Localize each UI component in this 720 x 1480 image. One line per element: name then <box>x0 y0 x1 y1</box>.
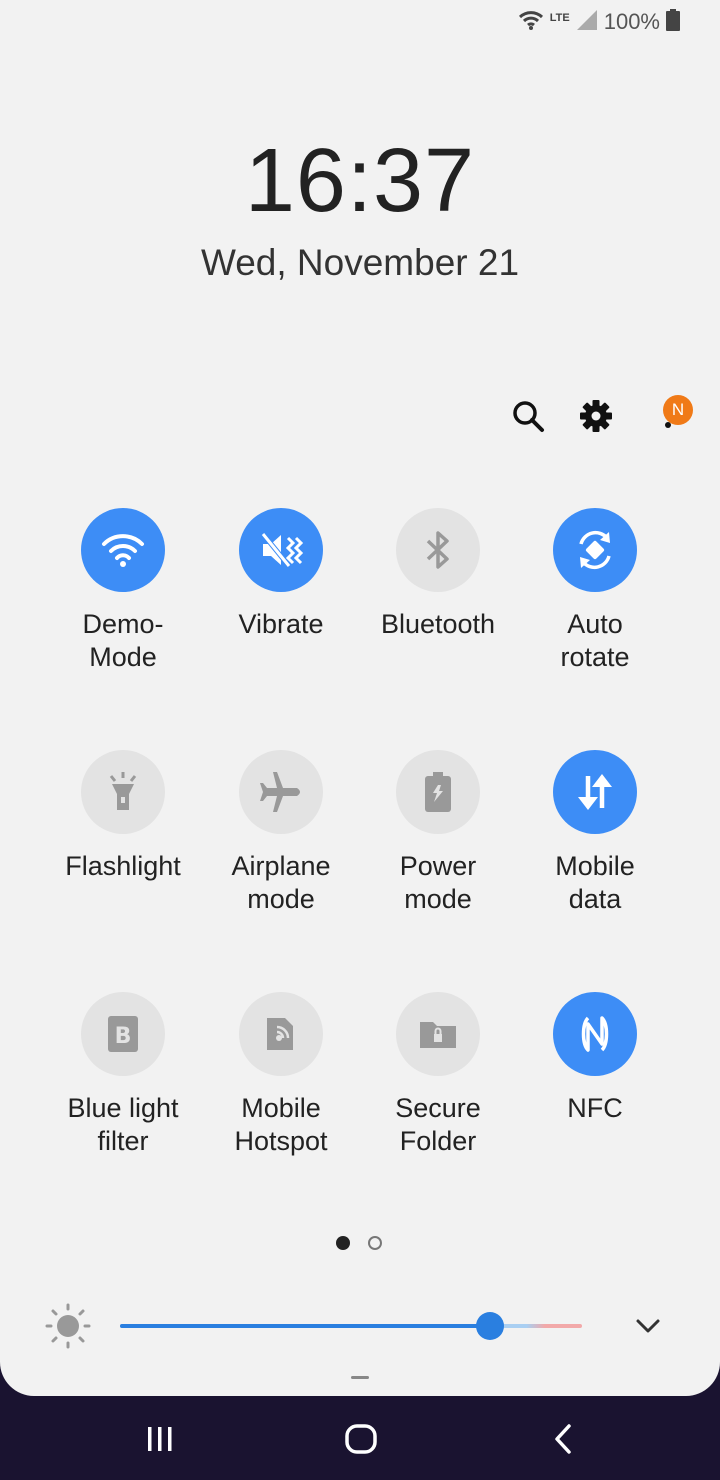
clock-time: 16:37 <box>244 131 476 231</box>
tile-secure-folder[interactable]: Secure Folder <box>358 992 518 1158</box>
brightness-sun-icon <box>44 1302 92 1355</box>
tile-mobile-data[interactable]: Mobile data <box>515 750 675 916</box>
mobile-data-icon <box>553 750 637 834</box>
expand-chevron-icon[interactable] <box>632 1312 664 1345</box>
tile-bluetooth[interactable]: Bluetooth <box>358 508 518 641</box>
airplane-icon <box>239 750 323 834</box>
power-mode-icon <box>396 750 480 834</box>
tile-label: Bluetooth <box>380 609 496 639</box>
tile-label: Power mode <box>399 851 477 914</box>
flashlight-icon <box>81 750 165 834</box>
back-icon[interactable] <box>533 1416 593 1462</box>
navigation-bar <box>0 1396 720 1480</box>
tile-label: Flashlight <box>65 851 181 881</box>
brightness-slider-thumb[interactable] <box>476 1312 504 1340</box>
page-dot-active[interactable] <box>336 1236 350 1250</box>
settings-gear-icon[interactable] <box>576 396 616 436</box>
tile-blue-light-filter[interactable]: B Blue light filter <box>43 992 203 1158</box>
notification-badge: N <box>663 395 693 425</box>
clock-date: Wed, November 21 <box>200 242 520 283</box>
tile-nfc[interactable]: NFC <box>515 992 675 1125</box>
tile-label: NFC <box>567 1093 623 1123</box>
battery-percent: 100% <box>603 9 660 34</box>
status-bar: LTE 100% <box>518 8 680 36</box>
home-icon[interactable] <box>331 1416 391 1462</box>
wifi-icon <box>81 508 165 592</box>
svg-text:B: B <box>115 1024 132 1049</box>
hotspot-icon <box>239 992 323 1076</box>
blue-light-filter-icon: B <box>81 992 165 1076</box>
quick-settings-panel: LTE 100% 16:37 Wed, November 21 N Demo- … <box>0 0 720 1396</box>
page-indicator <box>336 1236 382 1250</box>
tile-label: Auto rotate <box>560 609 630 672</box>
auto-rotate-icon <box>553 508 637 592</box>
tile-flashlight[interactable]: Flashlight <box>43 750 203 883</box>
recents-icon[interactable] <box>130 1416 190 1462</box>
tile-label: Vibrate <box>238 609 324 639</box>
bluetooth-icon <box>396 508 480 592</box>
tile-mobile-hotspot[interactable]: Mobile Hotspot <box>201 992 361 1158</box>
tile-label: Mobile Hotspot <box>234 1093 328 1156</box>
wifi-status-icon <box>518 9 544 36</box>
page-dot-inactive[interactable] <box>368 1236 382 1250</box>
tile-label: Mobile data <box>555 851 635 914</box>
search-icon[interactable] <box>508 396 548 436</box>
signal-icon <box>576 9 598 36</box>
tile-label: Airplane mode <box>231 851 331 914</box>
brightness-control <box>0 1300 720 1352</box>
tile-power-mode[interactable]: Power mode <box>358 750 518 916</box>
tile-airplane-mode[interactable]: Airplane mode <box>201 750 361 916</box>
network-type-label: LTE <box>549 12 570 24</box>
tile-label: Secure Folder <box>395 1093 481 1156</box>
vibrate-icon <box>239 508 323 592</box>
tile-demo-mode[interactable]: Demo- Mode <box>43 508 203 674</box>
battery-icon <box>666 8 680 36</box>
secure-folder-icon <box>396 992 480 1076</box>
panel-drag-handle[interactable] <box>351 1376 369 1379</box>
tile-label: Blue light filter <box>67 1093 179 1156</box>
top-action-bar <box>0 396 720 440</box>
brightness-fill <box>120 1324 490 1328</box>
nfc-icon <box>553 992 637 1076</box>
tile-label: Demo- Mode <box>82 609 164 672</box>
tile-vibrate[interactable]: Vibrate <box>201 508 361 641</box>
tile-auto-rotate[interactable]: Auto rotate <box>515 508 675 674</box>
